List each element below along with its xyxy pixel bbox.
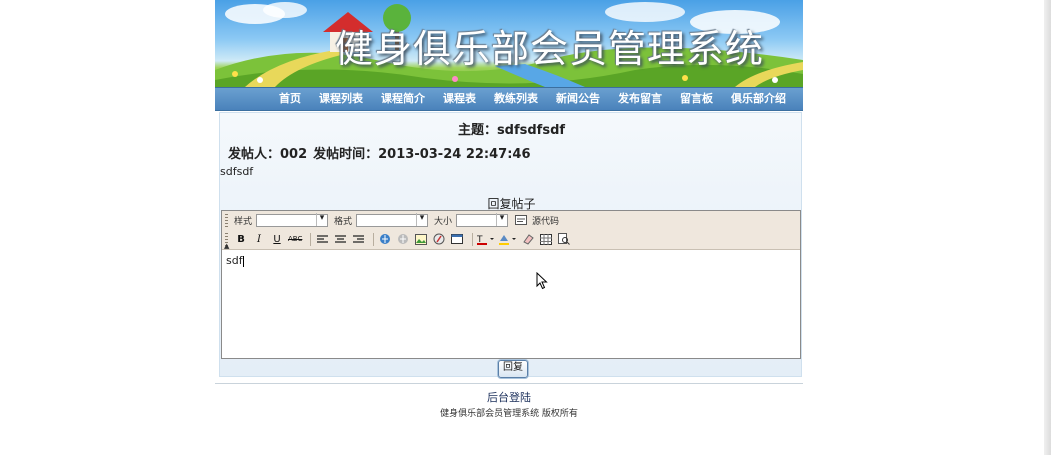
align-right-icon[interactable] [351, 231, 365, 247]
nav-item-news[interactable]: 新闻公告 [547, 88, 609, 110]
main-nav: 首页 课程列表 课程简介 课程表 教练列表 新闻公告 发布留言 留言板 俱乐部介… [215, 87, 803, 111]
footer-divider [215, 383, 803, 384]
editor-content-area[interactable]: sdf [222, 250, 800, 358]
text-color-icon[interactable]: T [477, 231, 495, 247]
post-time: 发帖时间：2013-03-24 22:47:46 [313, 147, 531, 162]
align-center-icon[interactable] [333, 231, 347, 247]
post-meta: 发帖人：002 发帖时间：2013-03-24 22:47:46 [228, 143, 537, 162]
toolbar-row-1: 样式 格式 大小 源代码 [234, 211, 563, 229]
nav-item-message-board[interactable]: 留言板 [671, 88, 722, 110]
strikethrough-icon[interactable]: ABC [288, 231, 302, 247]
nav-item-post-message[interactable]: 发布留言 [609, 88, 671, 110]
nav-item-club-intro[interactable]: 俱乐部介绍 [722, 88, 795, 110]
image-icon[interactable] [414, 231, 428, 247]
nav-item-course-intro[interactable]: 课程简介 [372, 88, 434, 110]
background-color-icon[interactable] [499, 231, 517, 247]
reply-button[interactable]: 回复 [498, 360, 528, 378]
page-container: 健身俱乐部会员管理系统 首页 课程列表 课程简介 课程表 教练列表 新闻公告 发… [215, 0, 803, 455]
toolbar-grip[interactable] [225, 214, 228, 228]
nav-item-coach-list[interactable]: 教练列表 [485, 88, 547, 110]
post-poster: 发帖人：002 [228, 147, 308, 162]
size-select[interactable] [456, 212, 509, 227]
nav-item-schedule[interactable]: 课程表 [434, 88, 485, 110]
link-icon[interactable] [378, 231, 392, 247]
underline-icon[interactable]: U [270, 231, 284, 247]
header-banner: 健身俱乐部会员管理系统 [215, 0, 803, 87]
source-code-label[interactable]: 源代码 [532, 214, 559, 227]
admin-login-link[interactable]: 后台登陆 [215, 389, 803, 405]
unlink-icon[interactable] [396, 231, 410, 247]
copyright-text: 健身俱乐部会员管理系统 版权所有 [440, 409, 578, 419]
align-left-icon[interactable] [315, 231, 329, 247]
post-body: sdfsdf [220, 165, 254, 178]
editor-content-text: sdf [226, 254, 243, 267]
post-panel: 主题：sdfsdfsdf 发帖人：002 发帖时间：2013-03-24 22:4… [219, 112, 802, 378]
editor-toolbar: 样式 格式 大小 源代码 B I U ABC [222, 211, 800, 250]
format-select[interactable] [356, 212, 429, 227]
nav-items: 首页 课程列表 课程简介 课程表 教练列表 新闻公告 发布留言 留言板 俱乐部介… [270, 88, 795, 110]
toolbar-separator [310, 232, 312, 246]
style-select[interactable] [256, 212, 329, 227]
toolbar-row-2: B I U ABC T [234, 230, 575, 248]
toolbar-separator [472, 232, 474, 246]
flash-icon[interactable] [432, 231, 446, 247]
table-icon[interactable] [450, 231, 464, 247]
nav-item-home[interactable]: 首页 [270, 88, 310, 110]
source-code-icon[interactable] [514, 212, 528, 228]
bold-icon[interactable]: B [234, 231, 248, 247]
post-title: 主题：sdfsdfsdf [457, 123, 566, 138]
eraser-icon[interactable] [521, 231, 535, 247]
mouse-cursor-icon [536, 272, 548, 290]
italic-icon[interactable]: I [252, 231, 266, 247]
style-label: 样式 [234, 216, 253, 227]
toolbar-separator [373, 232, 375, 246]
format-label: 格式 [334, 216, 353, 227]
preview-icon[interactable] [557, 231, 571, 247]
site-title: 健身俱乐部会员管理系统 [335, 27, 765, 71]
toolbar-collapse-icon[interactable]: ▲ [224, 242, 229, 250]
page-right-shade [1044, 0, 1051, 455]
rich-text-editor: 样式 格式 大小 源代码 B I U ABC [221, 210, 801, 359]
grid-icon[interactable] [539, 231, 553, 247]
text-caret [242, 255, 244, 267]
nav-item-course-list[interactable]: 课程列表 [310, 88, 372, 110]
size-label: 大小 [434, 216, 453, 227]
